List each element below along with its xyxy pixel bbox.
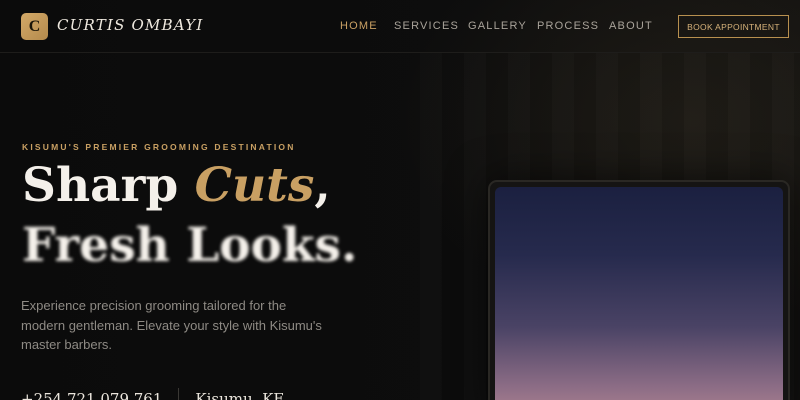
- hero-image: [495, 187, 783, 400]
- phone-number[interactable]: +254 721 079 761: [21, 390, 162, 400]
- nav-gallery[interactable]: GALLERY: [468, 20, 527, 32]
- location: Kisumu, KE: [195, 390, 285, 400]
- contact-row: +254 721 079 761 Kisumu, KE: [21, 388, 284, 400]
- nav-process[interactable]: PROCESS: [537, 20, 599, 32]
- hero-eyebrow: KISUMU'S PREMIER GROOMING DESTINATION: [22, 142, 296, 152]
- headline-line-2: Fresh Looks.: [22, 216, 357, 276]
- nav-services[interactable]: SERVICES: [394, 20, 459, 32]
- logo-badge-icon[interactable]: C: [21, 13, 48, 40]
- headline-cuts: Cuts: [194, 158, 315, 213]
- brand-name[interactable]: CURTIS OMBAYI: [57, 16, 203, 34]
- hero-description: Experience precision grooming tailored f…: [21, 298, 322, 352]
- page: C CURTIS OMBAYI HOME SERVICES GALLERY PR…: [0, 0, 800, 400]
- headline-line-1: Sharp Cuts,: [22, 156, 357, 216]
- headline-period: .: [340, 218, 358, 273]
- nav-about[interactable]: ABOUT: [609, 20, 653, 32]
- hero-headline: Sharp Cuts, Fresh Looks.: [22, 156, 357, 276]
- headline-sharp: Sharp: [22, 158, 195, 213]
- nav-home[interactable]: HOME: [340, 20, 378, 32]
- book-appointment-button[interactable]: BOOK APPOINTMENT: [678, 15, 789, 38]
- headline-fresh: Fresh: [22, 218, 187, 273]
- hero-image-card: [488, 180, 790, 400]
- contact-divider: [178, 388, 180, 400]
- top-navbar: C CURTIS OMBAYI HOME SERVICES GALLERY PR…: [0, 0, 800, 53]
- headline-comma: ,: [314, 158, 331, 213]
- headline-looks: Looks: [186, 218, 341, 273]
